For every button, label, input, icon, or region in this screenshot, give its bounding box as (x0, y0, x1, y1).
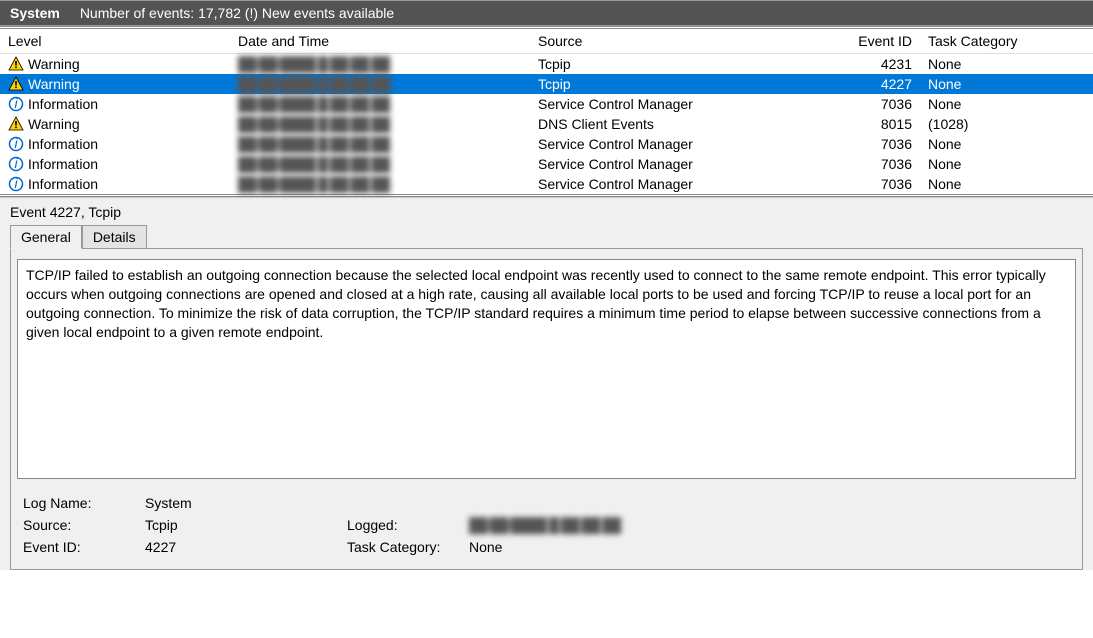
table-header-row[interactable]: Level Date and Time Source Event ID Task… (0, 29, 1093, 54)
cell-eventid: 7036 (881, 176, 912, 192)
cell-task: None (928, 176, 961, 192)
cell-date: ██/██/████ █:██:██ ██ (238, 156, 389, 172)
value-logname: System (145, 493, 345, 513)
cell-task: (1028) (928, 116, 968, 132)
detail-heading: Event 4227, Tcpip (0, 198, 1093, 224)
table-row[interactable]: Warning ██/██/████ █:██:██ ██ Tcpip 4227 Non… (0, 74, 1093, 94)
cell-date: ██/██/████ █:██:██ ██ (238, 176, 389, 192)
warning-icon (8, 116, 24, 132)
info-icon: i (8, 136, 24, 152)
info-icon: i (8, 176, 24, 192)
cell-source: Service Control Manager (538, 136, 693, 152)
cell-level: Warning (28, 56, 80, 72)
table-row[interactable]: iInformation ██/██/████ █:██:██ ██ Service… (0, 174, 1093, 194)
col-task[interactable]: Task Category (920, 29, 1093, 54)
cell-level: Information (28, 96, 98, 112)
cell-level: Information (28, 156, 98, 172)
cell-task: None (928, 136, 961, 152)
cell-level: Information (28, 136, 98, 152)
cell-eventid: 7036 (881, 156, 912, 172)
cell-task: None (928, 76, 961, 92)
col-date[interactable]: Date and Time (230, 29, 530, 54)
cell-source: Tcpip (538, 56, 571, 72)
event-fields: Log Name: System Source: Tcpip Logged: █… (17, 479, 1076, 559)
event-table[interactable]: Level Date and Time Source Event ID Task… (0, 29, 1093, 194)
detail-pane: Event 4227, Tcpip General Details TCP/IP… (0, 197, 1093, 570)
info-icon: i (8, 156, 24, 172)
col-level[interactable]: Level (0, 29, 230, 54)
label-logged: Logged: (347, 515, 467, 535)
tabs: General Details (0, 224, 1093, 248)
table-row[interactable]: iInformation ██/██/████ █:██:██ ██ Service… (0, 134, 1093, 154)
col-source[interactable]: Source (530, 29, 830, 54)
info-icon: i (8, 96, 24, 112)
cell-eventid: 8015 (881, 116, 912, 132)
cell-eventid: 4227 (881, 76, 912, 92)
cell-date: ██/██/████ █:██:██ ██ (238, 56, 389, 72)
label-logname: Log Name: (23, 493, 143, 513)
table-row[interactable]: iInformation ██/██/████ █:██:██ ██ Service… (0, 94, 1093, 114)
label-source: Source: (23, 515, 143, 535)
value-task: None (469, 537, 669, 557)
value-source: Tcpip (145, 515, 345, 535)
table-row[interactable]: Warning ██/██/████ █:██:██ ██ Tcpip 4231 Non… (0, 54, 1093, 75)
tab-panel-general: TCP/IP failed to establish an outgoing c… (10, 248, 1083, 570)
cell-source: DNS Client Events (538, 116, 654, 132)
cell-task: None (928, 56, 961, 72)
warning-icon (8, 76, 24, 92)
cell-task: None (928, 156, 961, 172)
cell-level: Warning (28, 76, 80, 92)
col-eventid[interactable]: Event ID (830, 29, 920, 54)
label-task: Task Category: (347, 537, 467, 557)
cell-date: ██/██/████ █:██:██ ██ (238, 136, 389, 152)
warning-icon (8, 56, 24, 72)
event-description[interactable]: TCP/IP failed to establish an outgoing c… (17, 259, 1076, 479)
tab-details[interactable]: Details (82, 225, 147, 249)
table-row[interactable]: Warning ██/██/████ █:██:██ ██ DNS Client E… (0, 114, 1093, 134)
value-logged: ██/██/████ █:██:██ ██ (469, 515, 669, 535)
label-eventid: Event ID: (23, 537, 143, 557)
table-row[interactable]: iInformation ██/██/████ █:██:██ ██ Service… (0, 154, 1093, 174)
cell-date: ██/██/████ █:██:██ ██ (238, 116, 389, 132)
cell-source: Service Control Manager (538, 156, 693, 172)
header-title: System (10, 5, 60, 21)
tab-general[interactable]: General (10, 225, 82, 249)
cell-eventid: 7036 (881, 96, 912, 112)
cell-level: Warning (28, 116, 80, 132)
cell-date: ██/██/████ █:██:██ ██ (238, 76, 389, 92)
cell-level: Information (28, 176, 98, 192)
header-bar: System Number of events: 17,782 (!) New … (0, 0, 1093, 26)
cell-source: Service Control Manager (538, 96, 693, 112)
cell-source: Tcpip (538, 76, 571, 92)
value-eventid: 4227 (145, 537, 345, 557)
cell-eventid: 4231 (881, 56, 912, 72)
cell-date: ██/██/████ █:██:██ ██ (238, 96, 389, 112)
cell-task: None (928, 96, 961, 112)
cell-eventid: 7036 (881, 136, 912, 152)
header-status: Number of events: 17,782 (!) New events … (80, 5, 394, 21)
cell-source: Service Control Manager (538, 176, 693, 192)
